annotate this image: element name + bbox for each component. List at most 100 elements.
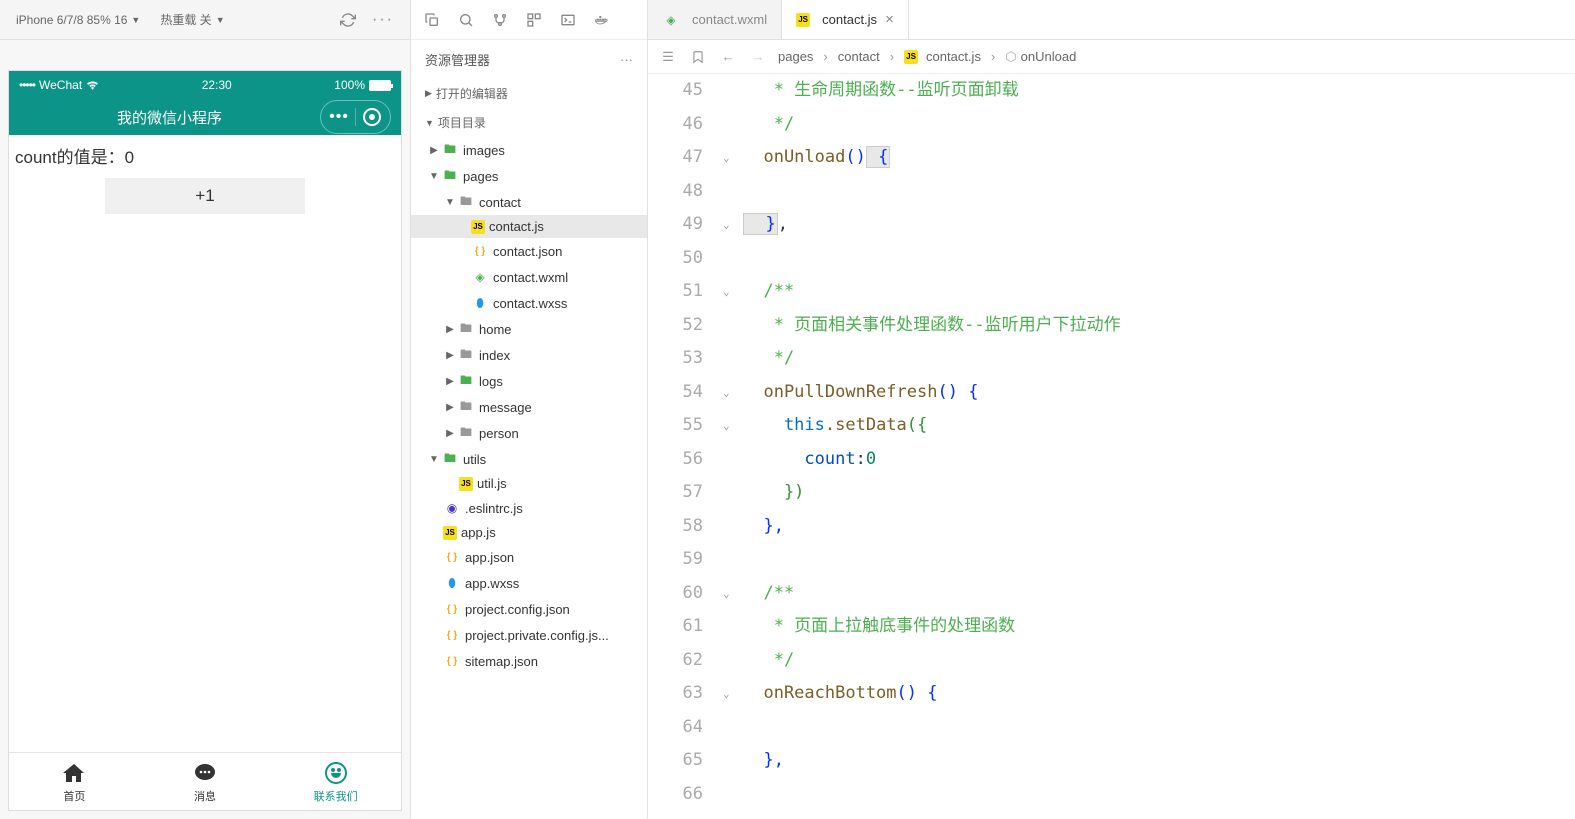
git-icon[interactable] bbox=[487, 7, 513, 33]
tree-file-contact-json[interactable]: { }contact.json bbox=[411, 238, 647, 264]
search-icon[interactable] bbox=[453, 7, 479, 33]
file-js-icon: JS bbox=[471, 220, 485, 234]
breadcrumb-symbol[interactable]: ⬡ onUnload bbox=[1005, 49, 1076, 65]
tree-folder-pages[interactable]: ▼🖿pages bbox=[411, 163, 647, 189]
file-json-icon: { } bbox=[443, 600, 461, 618]
explorer-title: 资源管理器 ··· bbox=[411, 40, 647, 79]
tree-file-app-wxss[interactable]: ⬮app.wxss bbox=[411, 570, 647, 596]
folder-icon: 🖿 bbox=[457, 320, 475, 338]
tree-file-contact-js[interactable]: JScontact.js bbox=[411, 215, 647, 238]
file-wxss-icon: ⬮ bbox=[443, 574, 461, 592]
tree-folder-person[interactable]: ▶🖿person bbox=[411, 420, 647, 446]
phone-nav-bar: 我的微信小程序 ••• bbox=[9, 99, 401, 135]
tab-home[interactable]: 首页 bbox=[9, 753, 140, 810]
tree-folder-home[interactable]: ▶🖿home bbox=[411, 316, 647, 342]
folder-icon: 🖿 bbox=[457, 372, 475, 390]
signal-icon: ••••• bbox=[19, 78, 35, 92]
refresh-icon[interactable] bbox=[336, 8, 360, 32]
file-tree: ▶🖿images ▼🖿pages ▼🖿contact JScontact.js … bbox=[411, 137, 647, 674]
editor-tabs: ◈ contact.wxml JS contact.js × bbox=[648, 0, 1575, 40]
file-json-icon: { } bbox=[471, 242, 489, 260]
breadcrumb-pages[interactable]: pages bbox=[778, 49, 813, 64]
folder-icon: 🖿 bbox=[457, 193, 475, 211]
back-icon[interactable]: ← bbox=[718, 47, 738, 67]
tree-file-sitemap[interactable]: { }sitemap.json bbox=[411, 648, 647, 674]
tree-folder-index[interactable]: ▶🖿index bbox=[411, 342, 647, 368]
code-content[interactable]: * 生命周期函数--监听页面卸载 */ onUnload() { }, /** … bbox=[743, 74, 1575, 819]
file-wxml-icon: ◈ bbox=[471, 268, 489, 286]
code-editor[interactable]: 4546474849505152535455565758596061626364… bbox=[648, 74, 1575, 819]
folder-icon: 🖿 bbox=[441, 141, 459, 159]
tree-file-project-config[interactable]: { }project.config.json bbox=[411, 596, 647, 622]
simulator-panel: iPhone 6/7/8 85% 16▼ 热重载 关▼ ··· ••••• We… bbox=[0, 0, 410, 819]
file-wxml-icon: ◈ bbox=[662, 11, 680, 29]
battery-icon bbox=[369, 80, 391, 91]
tree-file-eslintrc[interactable]: ◉.eslintrc.js bbox=[411, 495, 647, 521]
breadcrumb-contact[interactable]: contact bbox=[838, 49, 880, 64]
tab-contact-wxml[interactable]: ◈ contact.wxml bbox=[648, 0, 782, 39]
docker-icon[interactable] bbox=[589, 7, 615, 33]
extensions-icon[interactable] bbox=[521, 7, 547, 33]
project-section[interactable]: ▼项目目录 bbox=[411, 108, 647, 137]
capsule-close-icon[interactable] bbox=[356, 103, 388, 131]
more-icon[interactable]: ··· bbox=[364, 11, 402, 29]
open-editors-section[interactable]: ▶打开的编辑器 bbox=[411, 79, 647, 108]
tab-contact[interactable]: 联系我们 bbox=[270, 753, 401, 810]
tree-file-app-js[interactable]: JSapp.js bbox=[411, 521, 647, 544]
carrier-label: WeChat bbox=[39, 78, 82, 92]
fold-gutter: ⌄⌄⌄⌄⌄⌄⌄ bbox=[723, 74, 743, 819]
copy-icon[interactable] bbox=[419, 7, 445, 33]
tree-file-contact-wxss[interactable]: ⬮contact.wxss bbox=[411, 290, 647, 316]
tab-messages[interactable]: 消息 bbox=[140, 753, 271, 810]
capsule-menu-icon[interactable]: ••• bbox=[323, 103, 355, 131]
page-title: 我的微信小程序 bbox=[19, 107, 320, 128]
more-icon[interactable]: ··· bbox=[620, 52, 633, 67]
capsule: ••• bbox=[320, 100, 391, 134]
breadcrumb-file[interactable]: JScontact.js bbox=[904, 49, 981, 64]
file-js-icon: JS bbox=[904, 50, 918, 64]
tree-file-util-js[interactable]: JSutil.js bbox=[411, 472, 647, 495]
file-js-icon: JS bbox=[796, 13, 810, 27]
folder-icon: 🖿 bbox=[457, 424, 475, 442]
hot-reload-dropdown[interactable]: 热重载 关▼ bbox=[152, 7, 232, 32]
file-json-icon: { } bbox=[443, 626, 461, 644]
tab-contact-js[interactable]: JS contact.js × bbox=[782, 0, 909, 39]
status-bar: ••••• WeChat 22:30 100% bbox=[9, 71, 401, 99]
terminal-icon[interactable] bbox=[555, 7, 581, 33]
contact-icon bbox=[323, 760, 349, 786]
tree-folder-images[interactable]: ▶🖿images bbox=[411, 137, 647, 163]
explorer-toolbar bbox=[411, 0, 647, 40]
tree-file-project-private[interactable]: { }project.private.config.js... bbox=[411, 622, 647, 648]
wifi-icon bbox=[86, 80, 99, 90]
tree-folder-utils[interactable]: ▼🖿utils bbox=[411, 446, 647, 472]
device-dropdown[interactable]: iPhone 6/7/8 85% 16▼ bbox=[8, 9, 148, 31]
line-numbers: 4546474849505152535455565758596061626364… bbox=[648, 74, 723, 819]
phone-tabbar: 首页 消息 联系我们 bbox=[9, 752, 401, 810]
folder-icon: 🖿 bbox=[457, 398, 475, 416]
file-json-icon: { } bbox=[443, 548, 461, 566]
tree-folder-message[interactable]: ▶🖿message bbox=[411, 394, 647, 420]
tree-file-app-json[interactable]: { }app.json bbox=[411, 544, 647, 570]
simulator-toolbar: iPhone 6/7/8 85% 16▼ 热重载 关▼ ··· bbox=[0, 0, 410, 40]
forward-icon[interactable]: → bbox=[748, 47, 768, 67]
file-wxss-icon: ⬮ bbox=[471, 294, 489, 312]
phone-content: count的值是：0 +1 bbox=[9, 135, 401, 752]
list-icon[interactable]: ☰ bbox=[658, 47, 678, 67]
tree-folder-contact[interactable]: ▼🖿contact bbox=[411, 189, 647, 215]
plus-one-button[interactable]: +1 bbox=[105, 178, 305, 214]
breadcrumb: ☰ ← → pages › contact › JScontact.js › ⬡… bbox=[648, 40, 1575, 74]
file-eslint-icon: ◉ bbox=[443, 499, 461, 517]
cube-icon: ⬡ bbox=[1005, 49, 1016, 65]
explorer-panel: 资源管理器 ··· ▶打开的编辑器 ▼项目目录 ▶🖿images ▼🖿pages… bbox=[410, 0, 648, 819]
message-icon bbox=[192, 760, 218, 786]
phone-frame: ••••• WeChat 22:30 100% 我的微信小程序 bbox=[0, 40, 410, 819]
file-json-icon: { } bbox=[443, 652, 461, 670]
file-js-icon: JS bbox=[443, 526, 457, 540]
home-icon bbox=[61, 760, 87, 786]
close-icon[interactable]: × bbox=[885, 11, 894, 28]
tree-file-contact-wxml[interactable]: ◈contact.wxml bbox=[411, 264, 647, 290]
tree-folder-logs[interactable]: ▶🖿logs bbox=[411, 368, 647, 394]
bookmark-icon[interactable] bbox=[688, 47, 708, 67]
battery-label: 100% bbox=[334, 78, 365, 92]
editor-panel: ◈ contact.wxml JS contact.js × ☰ ← → pag… bbox=[648, 0, 1575, 819]
